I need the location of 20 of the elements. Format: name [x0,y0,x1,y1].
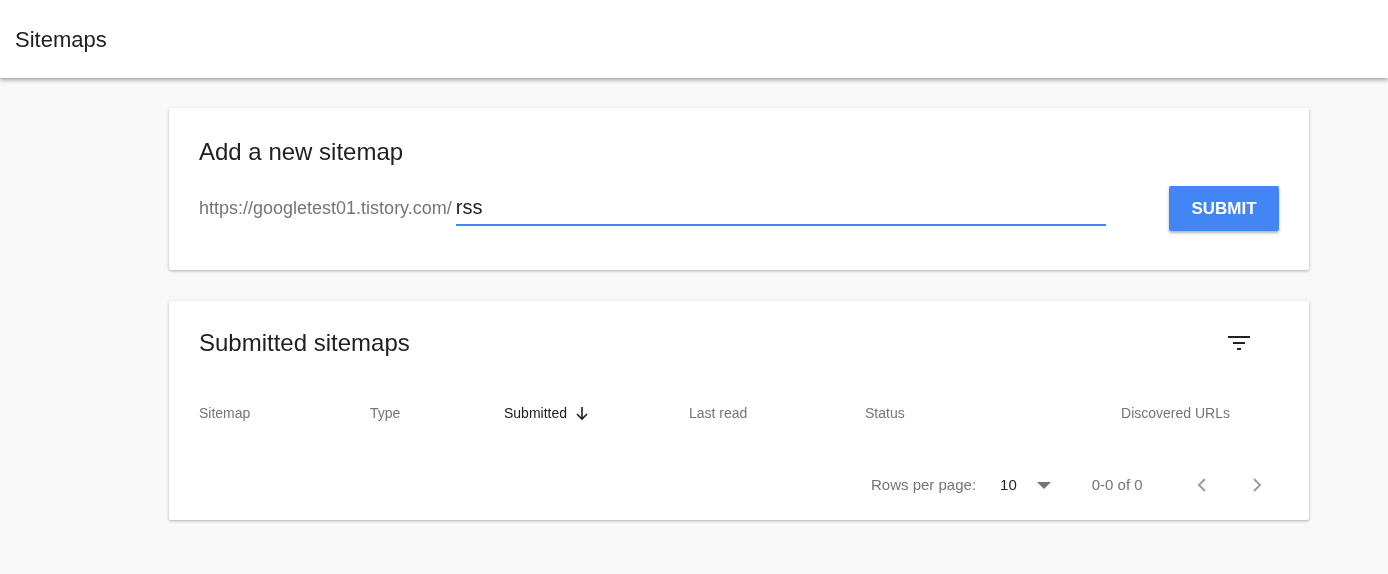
dropdown-caret-icon[interactable] [1036,481,1051,490]
card-title: Submitted sitemaps [199,328,410,358]
column-header[interactable]: Sitemap [199,403,251,424]
chevron-left-icon[interactable] [1196,477,1207,494]
card-title: Add a new sitemap [199,137,405,167]
page-title: Sitemaps [15,25,107,54]
column-header[interactable]: Last read [689,403,748,424]
url-prefix: https://googletest01.tistory.com/ [199,197,452,220]
sitemap-url-field[interactable]: rss [455,191,1106,226]
column-header[interactable]: Type [370,403,401,424]
filter-icon[interactable] [1227,334,1251,352]
chevron-right-icon[interactable] [1251,477,1262,494]
column-header[interactable]: Discovered URLs [1121,403,1230,424]
submit-button[interactable]: SUBMIT [1169,186,1279,231]
column-header[interactable]: Status [865,403,905,424]
column-header[interactable]: Submitted [504,403,568,424]
rows-per-page-value: 10 [1000,475,1017,495]
rows-per-page-label: Rows per page: [871,475,977,495]
pagination-range: 0-0 of 0 [1091,475,1143,495]
arrow-down-icon [576,406,589,421]
